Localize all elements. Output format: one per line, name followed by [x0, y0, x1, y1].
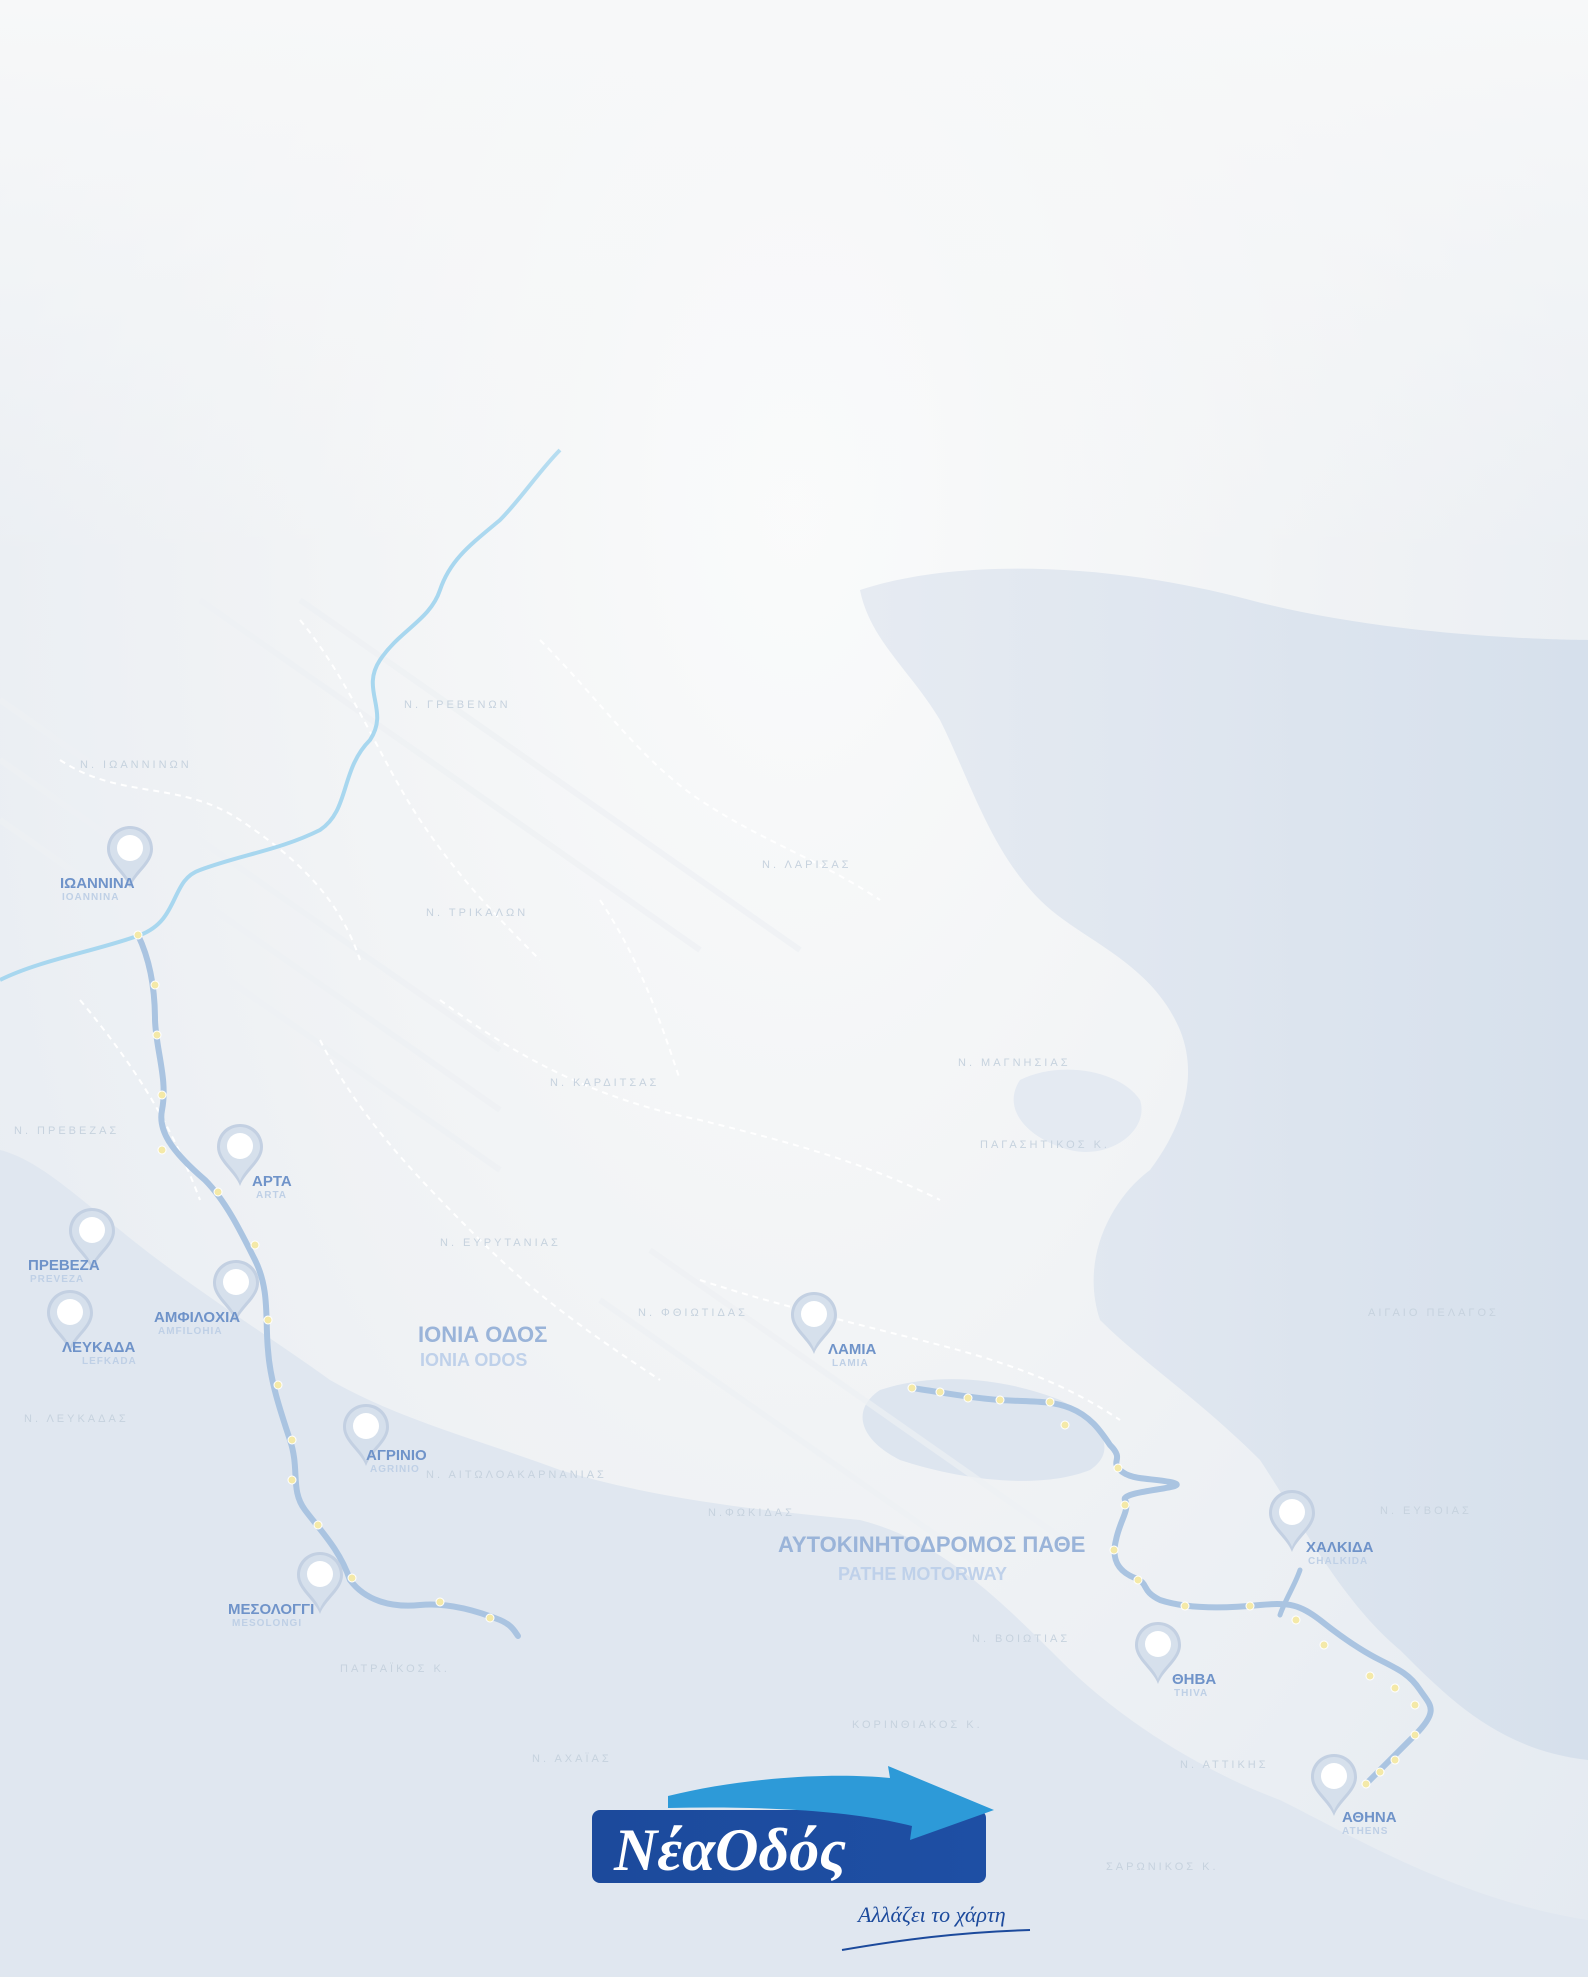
- city-preveza-latin: PREVEZA: [30, 1274, 84, 1285]
- prefecture-lefkadas: Ν. ΛΕΥΚΑΔΑΣ: [24, 1413, 129, 1425]
- prefecture-magnisias: Ν. ΜΑΓΝΗΣΙΑΣ: [958, 1057, 1071, 1069]
- prefecture-aigaio: ΑΙΓΑΙΟ ΠΕΛΑΓΟΣ: [1368, 1307, 1499, 1319]
- motorway-map: Ν. ΙΩΑΝΝΙΝΩΝ Ν. ΓΡΕΒΕΝΩΝ Ν. ΤΡΙΚΑΛΩΝ Ν. …: [0, 0, 1588, 1977]
- prefecture-saronikos: ΣΑΡΩΝΙΚΟΣ Κ.: [1106, 1861, 1219, 1873]
- pathe-label: ΑΥΤΟΚΙΝΗΤΟΔΡΟΜΟΣ ΠΑΘΕ: [778, 1532, 1085, 1557]
- prefecture-aitoloakarnanias: Ν. ΑΙΤΩΛΟΑΚΑΡΝΑΝΙΑΣ: [426, 1469, 607, 1481]
- ionia-odos-latin-label: IONIA ODOS: [420, 1350, 527, 1370]
- city-lefkada: ΛΕΥΚΑΔΑ: [62, 1339, 135, 1356]
- city-mesolongi-latin: MESOLONGI: [232, 1618, 302, 1629]
- city-chalkida: ΧΑΛΚΙΔΑ: [1306, 1539, 1374, 1556]
- city-ioannina: ΙΩΑΝΝΙΝΑ: [60, 875, 135, 892]
- prefecture-grevenon: Ν. ΓΡΕΒΕΝΩΝ: [404, 699, 511, 711]
- logo-nea: Νέα: [613, 1817, 716, 1883]
- city-amfilochia: ΑΜΦΙΛΟΧΙΑ: [154, 1309, 240, 1326]
- prefecture-evrytanias: Ν. ΕΥΡΥΤΑΝΙΑΣ: [440, 1237, 561, 1249]
- city-chalkida-latin: CHALKIDA: [1308, 1556, 1368, 1567]
- city-amfilochia-latin: AMFILOHIA: [158, 1326, 223, 1337]
- prefecture-fthiotidas: Ν. ΦΘΙΩΤΙΔΑΣ: [638, 1307, 748, 1319]
- prefecture-viotias: Ν. ΒΟΙΩΤΙΑΣ: [972, 1633, 1070, 1645]
- city-ioannina-latin: IOANNINA: [62, 892, 119, 903]
- city-agrinio: ΑΓΡΙΝΙΟ: [366, 1447, 427, 1464]
- prefecture-korinthiakos: ΚΟΡΙΝΘΙΑΚΟΣ Κ.: [852, 1719, 983, 1731]
- pin-arta[interactable]: ΑΡΤΑ ARTA: [217, 1124, 292, 1201]
- prefecture-ioanninon: Ν. ΙΩΑΝΝΙΝΩΝ: [80, 759, 192, 771]
- logo-odos: Οδός: [715, 1817, 846, 1883]
- city-mesolongi: ΜΕΣΟΛΟΓΓΙ: [228, 1601, 314, 1618]
- prefecture-achaias: Ν. ΑΧΑΪΑΣ: [532, 1753, 612, 1765]
- prefecture-karditsas: Ν. ΚΑΡΔΙΤΣΑΣ: [550, 1077, 659, 1089]
- ionia-odos-label: ΙΟΝΙΑ ΟΔΟΣ: [418, 1322, 547, 1347]
- city-athina-latin: ATHENS: [1342, 1826, 1388, 1837]
- prefecture-patraikos: ΠΑΤΡΑΪΚΟΣ Κ.: [340, 1663, 450, 1675]
- prefecture-larisas: Ν. ΛΑΡΙΣΑΣ: [762, 859, 851, 871]
- svg-text:ΝέαΟδός: ΝέαΟδός: [613, 1817, 846, 1883]
- prefecture-evoias: Ν. ΕΥΒΟΙΑΣ: [1380, 1505, 1472, 1517]
- logo-slogan: Αλλάζει το χάρτη: [856, 1902, 1006, 1927]
- city-lefkada-latin: LEFKADA: [82, 1356, 137, 1367]
- prefecture-pagasitikos: ΠΑΓΑΣΗΤΙΚΟΣ Κ.: [980, 1139, 1110, 1151]
- city-arta-latin: ARTA: [256, 1190, 287, 1201]
- city-lamia: ΛΑΜΙΑ: [828, 1341, 877, 1358]
- city-athina: ΑΘΗΝΑ: [1342, 1809, 1397, 1826]
- city-thiva-latin: THIVA: [1174, 1688, 1208, 1699]
- prefecture-fokidas: Ν.ΦΩΚΙΔΑΣ: [708, 1507, 795, 1519]
- pathe-latin-label: PATHE MOTORWAY: [838, 1564, 1007, 1584]
- prefecture-prevezas: Ν. ΠΡΕΒΕΖΑΣ: [14, 1125, 119, 1137]
- pin-thiva[interactable]: ΘΗΒΑ THIVA: [1135, 1622, 1216, 1699]
- city-thiva: ΘΗΒΑ: [1172, 1671, 1216, 1688]
- city-agrinio-latin: AGRINIO: [370, 1464, 420, 1475]
- top-fade: [0, 0, 1588, 560]
- city-arta: ΑΡΤΑ: [252, 1173, 292, 1190]
- city-lamia-latin: LAMIA: [832, 1358, 869, 1369]
- prefecture-trikalon: Ν. ΤΡΙΚΑΛΩΝ: [426, 907, 528, 919]
- city-preveza: ΠΡΕΒΕΖΑ: [28, 1257, 100, 1274]
- prefecture-attikis: Ν. ΑΤΤΙΚΗΣ: [1180, 1759, 1269, 1771]
